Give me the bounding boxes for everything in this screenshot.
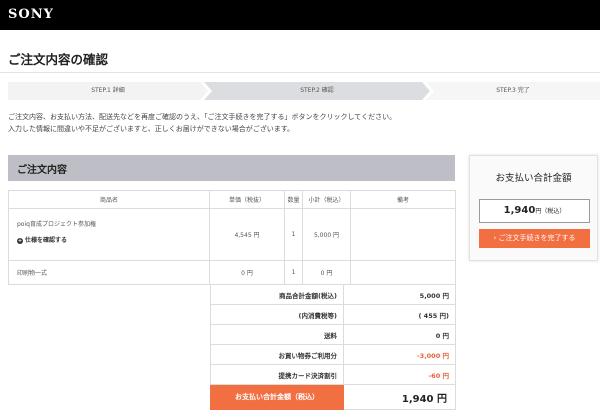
col-header-unit-price: 単価（税抜） bbox=[209, 190, 285, 209]
amount-suffix: 円（税込） bbox=[535, 208, 566, 215]
step-2-current: STEP.2 確認 bbox=[204, 82, 430, 100]
summary-label: お買い物券ご利用分 bbox=[210, 344, 344, 365]
summary-value-discount: -3,000 円 bbox=[343, 344, 456, 365]
instruction-line-1: ご注文内容、お支払い方法、配送先などを再度ご確認のうえ、「ご注文手続きを完了する… bbox=[8, 113, 397, 121]
summary-value: ( 455 円) bbox=[343, 304, 456, 325]
table-row: poiq育成プロジェクト参加権 + 仕様を確認する 4,545 円 1 5,000… bbox=[8, 208, 456, 261]
summary-row: 送料 0 円 bbox=[210, 324, 456, 345]
col-header-note: 備考 bbox=[350, 190, 456, 209]
unit-price: 4,545 円 bbox=[209, 208, 285, 261]
col-header-quantity: 数量 bbox=[284, 190, 303, 209]
sony-logo[interactable]: SONY bbox=[8, 7, 54, 22]
total-value: 1,940 円 bbox=[343, 384, 456, 410]
col-header-product: 商品名 bbox=[8, 190, 210, 209]
page-title: ご注文内容の確認 bbox=[8, 52, 109, 67]
summary-label: 送料 bbox=[210, 324, 344, 345]
payment-total-amount: 1,940円（税込） bbox=[479, 199, 590, 223]
summary-total-row: お支払い合計金額（税込） 1,940 円 bbox=[210, 384, 456, 410]
note bbox=[350, 260, 456, 285]
site-header: SONY bbox=[0, 0, 600, 30]
product-name: 印刷物一式 bbox=[8, 260, 210, 285]
progress-steps: STEP.1 詳細 STEP.2 確認 STEP.3 完了 bbox=[8, 82, 600, 100]
amount-value: 1,940 bbox=[503, 205, 536, 216]
summary-label: 商品合計金額(税込) bbox=[210, 284, 344, 305]
step-3: STEP.3 完了 bbox=[426, 82, 600, 100]
table-row: 印刷物一式 0 円 1 0 円 bbox=[8, 260, 456, 285]
instructions: ご注文内容、お支払い方法、配送先などを再度ご確認のうえ、「ご注文手続きを完了する… bbox=[8, 111, 458, 135]
summary-value: 0 円 bbox=[343, 324, 456, 345]
unit-price: 0 円 bbox=[209, 260, 285, 285]
payment-total-title: お支払い合計金額 bbox=[495, 173, 572, 184]
price-summary: 商品合計金額(税込) 5,000 円 (内消費税等) ( 455 円) 送料 0… bbox=[210, 284, 456, 410]
title-divider bbox=[0, 72, 600, 73]
subtotal: 5,000 円 bbox=[302, 208, 351, 261]
quantity: 1 bbox=[284, 260, 303, 285]
instruction-line-2: 入力した情報に間違いや不足がございますと、正しくお届けができない場合がございます… bbox=[8, 125, 295, 133]
col-header-subtotal: 小計（税込） bbox=[302, 190, 351, 209]
summary-value-discount: -60 円 bbox=[343, 364, 456, 385]
step-1: STEP.1 詳細 bbox=[8, 82, 208, 100]
summary-row: 商品合計金額(税込) 5,000 円 bbox=[210, 284, 456, 305]
order-section-title: ご注文内容 bbox=[17, 165, 67, 176]
summary-row: 提携カード決済割引 -60 円 bbox=[210, 364, 456, 385]
quantity: 1 bbox=[284, 208, 303, 261]
payment-total-box: お支払い合計金額 1,940円（税込） › ご注文手続きを完了する bbox=[469, 155, 598, 261]
spec-link-label: 仕様を確認する bbox=[25, 237, 68, 244]
plus-circle-icon: + bbox=[17, 237, 23, 244]
note bbox=[350, 208, 456, 261]
summary-label: (内消費税等) bbox=[210, 304, 344, 325]
spec-link[interactable]: + 仕様を確認する bbox=[17, 235, 209, 244]
order-table: 商品名 単価（税抜） 数量 小計（税込） 備考 poiq育成プロジェクト参加権 … bbox=[8, 190, 456, 285]
summary-row: (内消費税等) ( 455 円) bbox=[210, 304, 456, 325]
summary-row: お買い物券ご利用分 -3,000 円 bbox=[210, 344, 456, 365]
product-cell: poiq育成プロジェクト参加権 + 仕様を確認する bbox=[8, 208, 210, 261]
complete-order-button[interactable]: › ご注文手続きを完了する bbox=[479, 229, 590, 248]
order-section-header: ご注文内容 bbox=[8, 155, 455, 181]
order-table-header: 商品名 単価（税抜） 数量 小計（税込） 備考 bbox=[8, 190, 456, 209]
total-label: お支払い合計金額（税込） bbox=[210, 384, 344, 410]
subtotal: 0 円 bbox=[302, 260, 351, 285]
summary-label: 提携カード決済割引 bbox=[210, 364, 344, 385]
product-name: poiq育成プロジェクト参加権 bbox=[17, 221, 96, 228]
summary-value: 5,000 円 bbox=[343, 284, 456, 305]
